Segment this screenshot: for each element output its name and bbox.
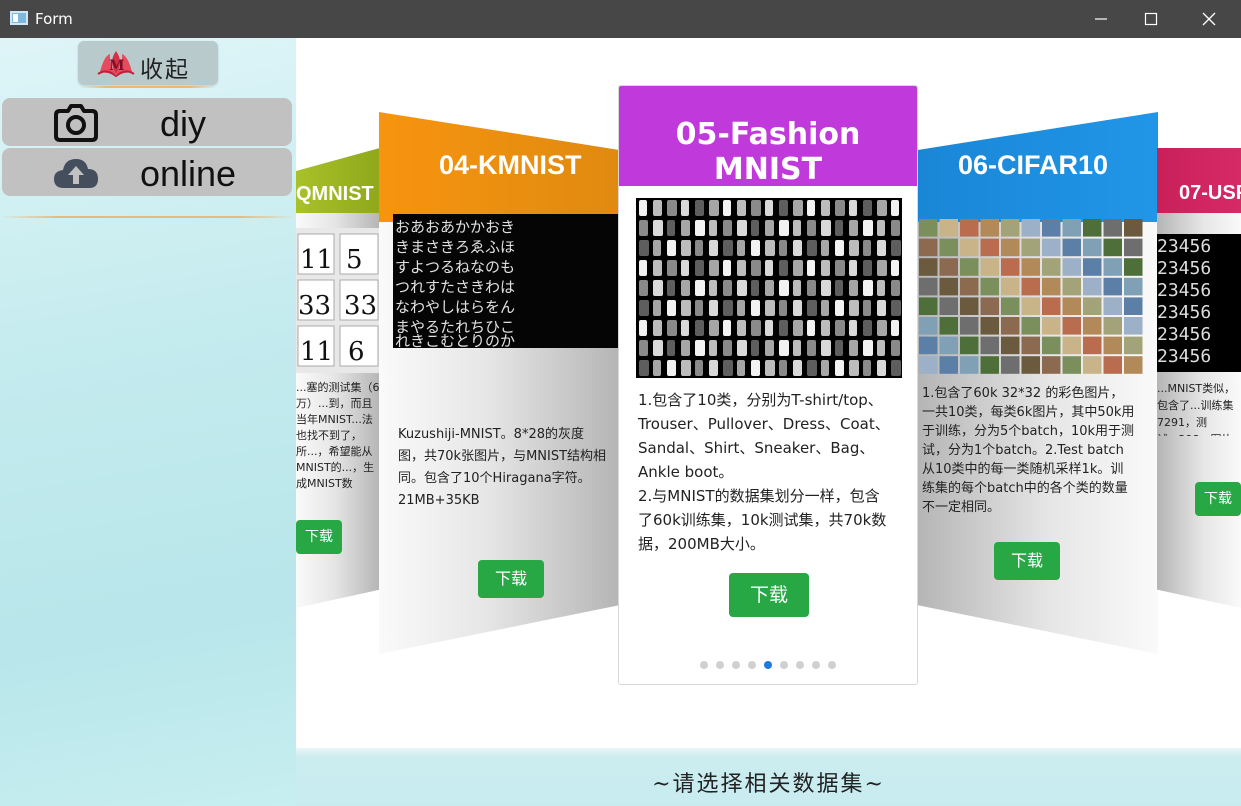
- svg-text:33: 33: [344, 291, 377, 321]
- description-line: Sandal、Shirt、Sneaker、Bag、: [638, 439, 875, 457]
- svg-text:23456: 23456: [1157, 236, 1211, 257]
- svg-text:すよつるねなのも: すよつるねなのも: [395, 258, 515, 276]
- card-description: 1.包含了10类，分别为T-shirt/top、 Trouser、Pullove…: [638, 388, 908, 556]
- sidebar-item-diy[interactable]: diy: [2, 98, 292, 146]
- svg-text:23456: 23456: [1157, 324, 1211, 345]
- maximize-button[interactable]: [1128, 0, 1174, 38]
- maximize-icon: [1144, 12, 1158, 26]
- description-line: 1.包含了10类，分别为T-shirt/top、: [638, 391, 883, 409]
- dataset-preview-image: [918, 218, 1144, 376]
- download-button[interactable]: 下载: [729, 573, 809, 617]
- download-button[interactable]: 下载: [994, 542, 1060, 580]
- pagination-dot[interactable]: [780, 661, 788, 669]
- dataset-preview-image: 23456 23456 23456 23456 23456 23456: [1157, 234, 1241, 372]
- lotus-logo-icon: M: [97, 51, 135, 78]
- card-title: 07-USPS: [1179, 182, 1241, 204]
- svg-text:つれすたさきわは: つれすたさきわは: [395, 278, 515, 296]
- app-icon: [10, 11, 28, 25]
- sidebar-item-label: diy: [160, 103, 207, 144]
- pagination-dot[interactable]: [748, 661, 756, 669]
- dataset-card-cifar10[interactable]: 06-CIFAR10 1.包含了60k 32*32 的彩色图片，一共10类，每类…: [918, 112, 1158, 654]
- card-description: ...MNIST类似，包含了...训练集7291，测试...298，图片为16*…: [1157, 382, 1236, 436]
- cloud-upload-icon: [54, 159, 98, 188]
- card-title: 06-CIFAR10: [958, 150, 1109, 180]
- description-line: Trouser、Pullover、Dress、Coat、: [638, 415, 890, 433]
- card-header: 07-USPS: [1157, 148, 1241, 213]
- svg-text:6: 6: [348, 337, 365, 367]
- svg-text:33: 33: [298, 291, 331, 321]
- divider: [0, 216, 296, 218]
- download-button[interactable]: 下载: [1195, 482, 1241, 516]
- pagination-dot[interactable]: [796, 661, 804, 669]
- sidebar-item-label: online: [140, 153, 237, 194]
- card-header: 05-Fashion MNIST: [619, 86, 917, 187]
- description-line: 据，200MB大小。: [638, 535, 765, 553]
- card-header: 06-CIFAR10: [918, 112, 1158, 222]
- card-header: QMNIST: [296, 148, 380, 213]
- dataset-card-qmnist[interactable]: QMNIST 11 5 33 33 11 6 ...塞的测试集（6万）...到，而且当…: [296, 148, 380, 608]
- dataset-preview-image: [636, 198, 902, 378]
- minimize-button[interactable]: [1078, 0, 1124, 38]
- svg-text:11: 11: [300, 245, 333, 275]
- card-description: Kuzushiji-MNIST。8*28的灰度图，共70k张图片，与MNIST结…: [398, 427, 607, 508]
- svg-text:M: M: [109, 58, 125, 74]
- svg-text:なわやしはらをん: なわやしはらをん: [395, 298, 515, 316]
- minimize-icon: [1095, 18, 1107, 20]
- svg-text:11: 11: [300, 337, 333, 367]
- window-titlebar: Form: [0, 0, 1241, 38]
- description-line: Ankle boot。: [638, 463, 734, 481]
- pagination-dot[interactable]: [700, 661, 708, 669]
- download-button[interactable]: 下载: [478, 560, 544, 598]
- svg-text:れきこむとりのか: れきこむとりのか: [395, 332, 515, 348]
- footer-bar: ~请选择相关数据集~: [296, 748, 1241, 806]
- collapse-button[interactable]: M 收起: [78, 41, 218, 85]
- hint-text: ~请选择相关数据集~: [652, 772, 885, 797]
- card-title: QMNIST: [296, 183, 374, 205]
- svg-text:おあおあかかおき: おあおあかかおき: [395, 218, 515, 236]
- collapse-label: 收起: [140, 57, 190, 83]
- svg-text:23456: 23456: [1157, 280, 1211, 301]
- dataset-preview-image: おあおあかかおき きまさきろゑふほ すよつるねなのも つれすたさきわは なわやし…: [393, 214, 619, 348]
- dataset-card-kmnist[interactable]: 04-KMNIST おあおあかかおき きまさきろゑふほ すよつるねなのも つれす…: [379, 112, 619, 654]
- close-icon: [1202, 12, 1216, 26]
- svg-text:23456: 23456: [1157, 302, 1211, 323]
- sidebar: M 收起 diy online: [0, 38, 296, 806]
- card-header: 04-KMNIST: [379, 112, 619, 222]
- description-line: 2.与MNIST的数据集划分一样，包含: [638, 487, 880, 505]
- card-description: ...塞的测试集（6万）...到，而且当年MNIST...法也找不到了，所...…: [296, 381, 380, 490]
- pagination-dot[interactable]: [732, 661, 740, 669]
- dataset-card-fashion-mnist[interactable]: 05-Fashion MNIST 1.包含了10类，分别为T-shirt/top…: [618, 85, 918, 685]
- pagination-dot[interactable]: [812, 661, 820, 669]
- svg-text:23456: 23456: [1157, 258, 1211, 279]
- pagination-dot[interactable]: [716, 661, 724, 669]
- dataset-card-usps[interactable]: 07-USPS 2345623456 2345623456 2345623456…: [1157, 148, 1241, 608]
- camera-icon: [54, 104, 98, 142]
- window-title: Form: [35, 10, 73, 28]
- close-button[interactable]: [1186, 0, 1232, 38]
- svg-text:5: 5: [346, 245, 363, 275]
- card-title: 05-Fashion MNIST: [675, 117, 861, 187]
- svg-text:きまさきろゑふほ: きまさきろゑふほ: [395, 238, 515, 256]
- svg-text:23456: 23456: [1157, 346, 1211, 367]
- card-title: 04-KMNIST: [439, 150, 582, 180]
- card-description: 1.包含了60k 32*32 的彩色图片，一共10类，每类6k图片，其中50k用…: [922, 386, 1135, 515]
- description-line: 了60k训练集，10k测试集，共70k数: [638, 511, 887, 529]
- download-button[interactable]: 下载: [296, 520, 342, 554]
- dataset-carousel: QMNIST 11 5 33 33 11 6 ...塞的测试集（6万）...到，而且当…: [296, 38, 1241, 748]
- pagination-dot[interactable]: [764, 661, 772, 669]
- pagination-dot[interactable]: [828, 661, 836, 669]
- sidebar-item-online[interactable]: online: [2, 148, 292, 196]
- divider: [80, 86, 216, 88]
- dataset-preview-image: 11 5 33 33 11 6: [296, 228, 380, 373]
